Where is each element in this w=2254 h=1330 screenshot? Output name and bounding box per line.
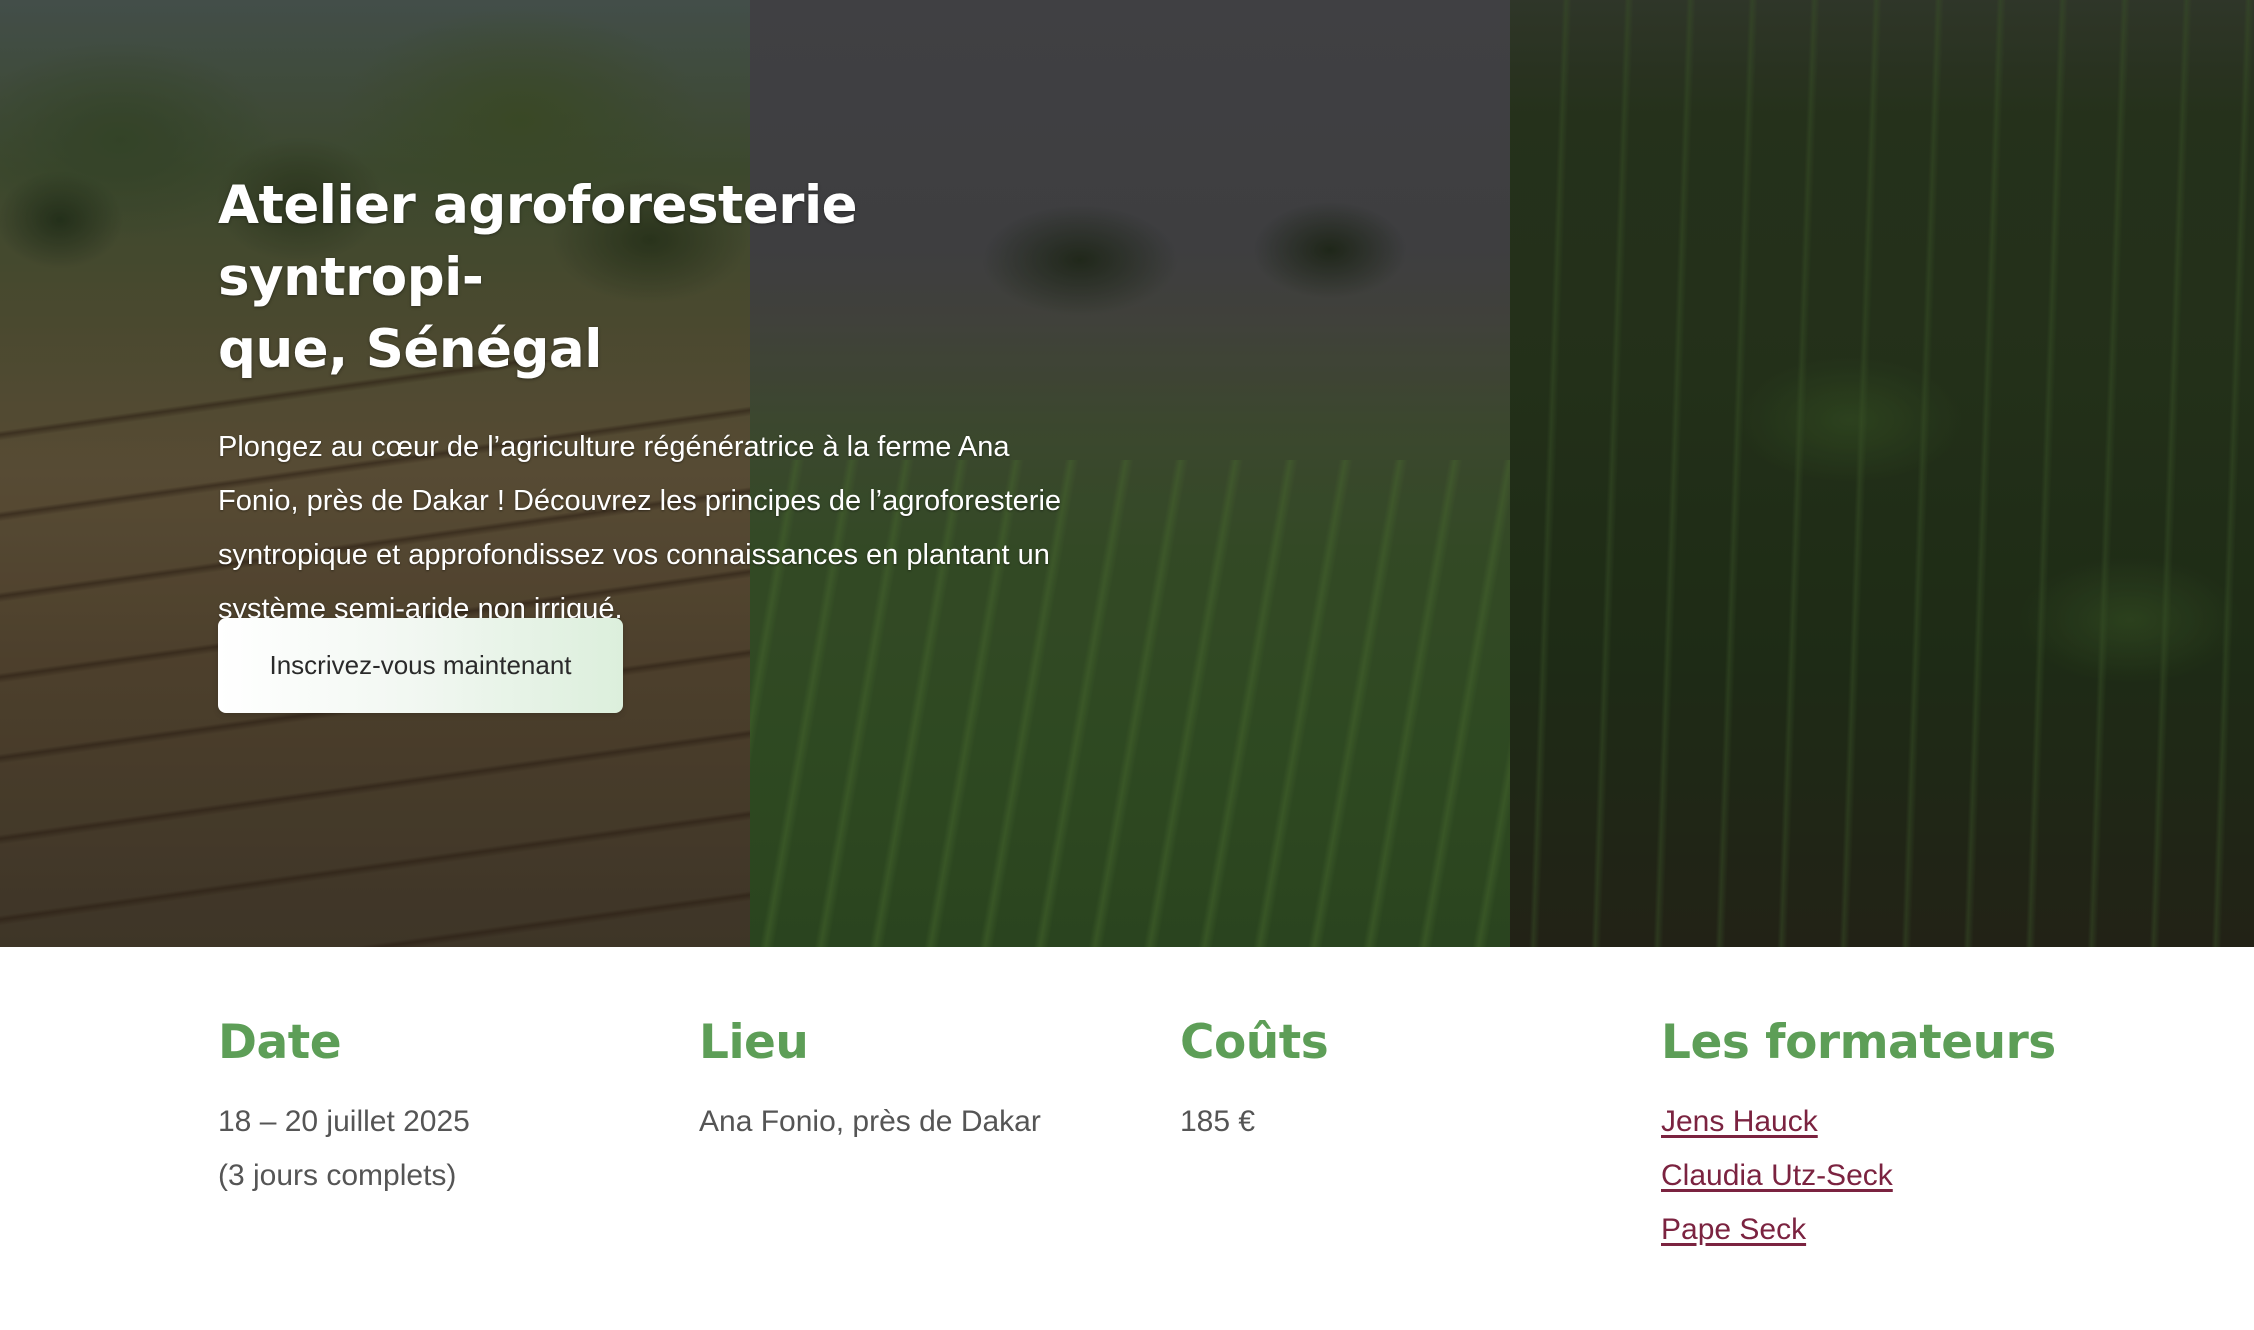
hero-title-line-1: Atelier agroforesterie syntropi-: [218, 175, 858, 308]
info-trainers-heading: Les formateurs: [1661, 1015, 2056, 1070]
info-date-values: 18 – 20 juillet 2025 (3 jours complets): [218, 1095, 678, 1203]
info-costs-values: 185 €: [1180, 1095, 1640, 1149]
location-value: Ana Fonio, près de Dakar: [699, 1105, 1041, 1138]
info-location-heading: Lieu: [699, 1015, 809, 1070]
hero-title: Atelier agroforesterie syntropi-que, Sén…: [218, 170, 1098, 386]
info-costs-heading: Coûts: [1180, 1015, 1329, 1070]
info-location-values: Ana Fonio, près de Dakar: [699, 1095, 1159, 1149]
hero-description: Plongez au cœur de l’agriculture régénér…: [218, 431, 1062, 625]
info-location: Lieu Ana Fonio, près de Dakar: [699, 1013, 1159, 1149]
info-date: Date 18 – 20 juillet 2025 (3 jours compl…: [218, 1013, 678, 1203]
info-trainers: Les formateurs Jens Hauck Claudia Utz-Se…: [1661, 1013, 2121, 1257]
date-duration: (3 jours complets): [218, 1159, 457, 1192]
cost-value: 185 €: [1180, 1105, 1256, 1138]
register-now-button[interactable]: Inscrivez-vous maintenant: [218, 618, 623, 713]
trainer-link-pape-seck[interactable]: Pape Seck: [1661, 1203, 1806, 1257]
hero-content: Atelier agroforesterie syntropi-que, Sén…: [218, 170, 1098, 636]
trainer-link-jens-hauck[interactable]: Jens Hauck: [1661, 1095, 1818, 1149]
info-costs: Coûts 185 €: [1180, 1013, 1640, 1149]
info-date-heading: Date: [218, 1015, 342, 1070]
trainer-link-claudia-utz-seck[interactable]: Claudia Utz-Seck: [1661, 1149, 1893, 1203]
workshop-info: Date 18 – 20 juillet 2025 (3 jours compl…: [0, 947, 2254, 1330]
page: Atelier agroforesterie syntropi-que, Sén…: [0, 0, 2254, 1330]
hero-section: Atelier agroforesterie syntropi-que, Sén…: [0, 0, 2254, 947]
hero-title-line-2: que, Sénégal: [218, 319, 602, 380]
trainer-list: Jens Hauck Claudia Utz-Seck Pape Seck: [1661, 1095, 2121, 1257]
date-range: 18 – 20 juillet 2025: [218, 1105, 470, 1138]
